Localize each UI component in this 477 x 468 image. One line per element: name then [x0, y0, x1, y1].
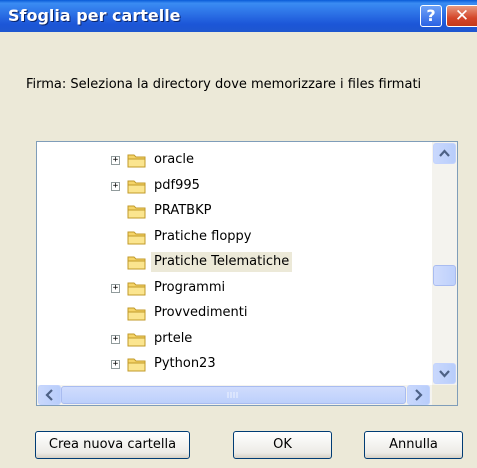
ok-button[interactable]: OK [233, 431, 332, 459]
horizontal-scroll-thumb[interactable] [61, 386, 406, 404]
help-button[interactable]: ? [420, 5, 442, 27]
tree-item-label: Programmi [154, 279, 226, 295]
folder-icon [127, 333, 146, 346]
window-title: Sfoglia per cartelle [8, 6, 181, 25]
tree-item-label: pdf995 [154, 177, 200, 193]
chevron-up-icon [439, 149, 450, 157]
folder-icon [127, 282, 146, 295]
tree-item-label: Pratiche floppy [154, 228, 252, 244]
chevron-down-icon [439, 370, 450, 378]
scroll-down-button[interactable] [433, 363, 456, 384]
horizontal-scrollbar[interactable] [37, 385, 432, 405]
expand-icon[interactable]: + [111, 156, 120, 165]
tree-item[interactable]: PRATBKP [37, 200, 432, 222]
title-bar[interactable]: Sfoglia per cartelle ? ✕ [0, 0, 477, 32]
scroll-up-button[interactable] [433, 143, 456, 164]
tree-item-label: PRATBKP [154, 203, 212, 218]
tree-item[interactable]: Provvedimenti [37, 302, 432, 324]
chevron-left-icon [45, 389, 53, 401]
tree-item-label: prtele [154, 330, 193, 346]
cancel-button[interactable]: Annulla [364, 431, 463, 459]
folder-icon [127, 256, 146, 270]
vertical-scroll-thumb[interactable] [433, 265, 456, 286]
tree-item-label: oracle [154, 152, 195, 167]
folder-icon [127, 180, 146, 193]
folder-icon [127, 358, 146, 372]
tree-item[interactable]: Pratiche Telematiche [37, 251, 432, 273]
browse-folder-dialog: Sfoglia per cartelle ? ✕ Firma: Selezion… [0, 0, 477, 468]
expand-icon[interactable]: + [111, 181, 120, 191]
expand-icon[interactable]: + [111, 334, 120, 344]
chevron-right-icon [415, 389, 423, 401]
scrollbar-corner [432, 385, 457, 405]
folder-icon [127, 154, 146, 168]
tree-item-label: Provvedimenti [154, 305, 248, 320]
tree-item-label: Pratiche Telematiche [151, 252, 293, 272]
tree-item[interactable]: + oracle [37, 149, 432, 171]
folder-icon [127, 307, 146, 321]
vertical-scrollbar[interactable] [432, 142, 457, 385]
folder-tree[interactable]: + oracle + pdf995 PRATBKP Pratiche floppy Prat… [36, 141, 458, 406]
tree-item-label: Python23 [154, 356, 216, 371]
new-folder-button[interactable]: Crea nuova cartella [35, 431, 190, 459]
tree-item[interactable]: + pdf995 [37, 175, 432, 197]
scroll-left-button[interactable] [38, 385, 61, 405]
expand-icon[interactable]: + [111, 283, 120, 293]
tree-item[interactable]: + Programmi [37, 277, 432, 299]
folder-icon [127, 231, 146, 244]
tree-item[interactable]: Pratiche floppy [37, 226, 432, 248]
tree-item[interactable]: + prtele [37, 328, 432, 350]
close-button[interactable]: ✕ [446, 5, 477, 27]
dialog-prompt: Firma: Seleziona la directory dove memor… [26, 77, 422, 92]
folder-icon [127, 205, 146, 219]
close-icon: ✕ [454, 6, 470, 26]
expand-icon[interactable]: + [111, 360, 120, 369]
grip-icon [227, 392, 238, 398]
tree-item[interactable]: + Python23 [37, 353, 432, 375]
scroll-right-button[interactable] [407, 385, 430, 405]
